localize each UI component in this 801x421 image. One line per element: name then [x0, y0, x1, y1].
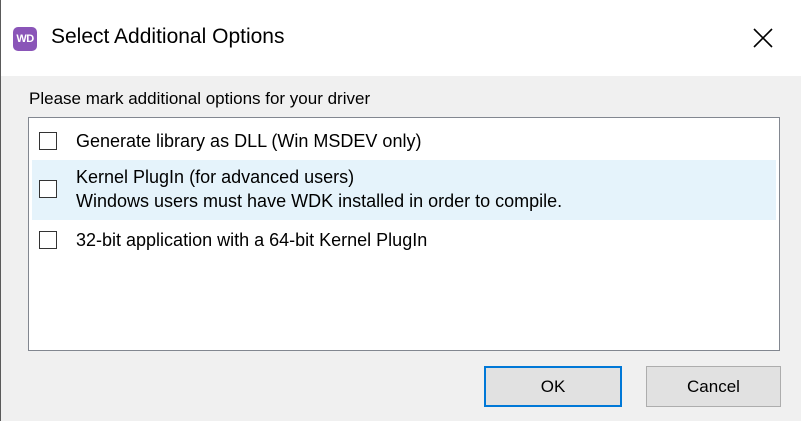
- option-label: Kernel PlugIn (for advanced users) Windo…: [76, 165, 562, 213]
- title-bar: WD Select Additional Options: [1, 0, 801, 76]
- instruction-label: Please mark additional options for your …: [29, 89, 371, 108]
- close-icon: [753, 28, 773, 48]
- option-line: 32-bit application with a 64-bit Kernel …: [76, 230, 428, 250]
- option-label: Generate library as DLL (Win MSDEV only): [76, 129, 421, 153]
- dialog-title: Select Additional Options: [51, 25, 285, 48]
- close-button[interactable]: [737, 16, 789, 60]
- checkbox-generate-dll[interactable]: [39, 132, 57, 150]
- option-line: Windows users must have WDK installed in…: [76, 191, 563, 211]
- select-options-dialog: WD Select Additional Options Please mark…: [0, 0, 801, 421]
- option-kernel-plugin[interactable]: Kernel PlugIn (for advanced users) Windo…: [32, 160, 776, 220]
- option-label: 32-bit application with a 64-bit Kernel …: [76, 228, 427, 252]
- wd-app-icon: WD: [13, 27, 37, 51]
- option-line: Kernel PlugIn (for advanced users): [76, 167, 355, 187]
- options-listbox[interactable]: Generate library as DLL (Win MSDEV only)…: [28, 117, 780, 351]
- ok-button[interactable]: OK: [484, 366, 622, 407]
- checkbox-32bit-app-64bit-plugin[interactable]: [39, 231, 57, 249]
- option-32bit-app-64bit-plugin[interactable]: 32-bit application with a 64-bit Kernel …: [32, 221, 776, 259]
- option-line: Generate library as DLL (Win MSDEV only): [76, 131, 422, 151]
- option-generate-dll[interactable]: Generate library as DLL (Win MSDEV only): [32, 122, 776, 160]
- checkbox-kernel-plugin[interactable]: [39, 180, 57, 198]
- cancel-button[interactable]: Cancel: [646, 366, 781, 407]
